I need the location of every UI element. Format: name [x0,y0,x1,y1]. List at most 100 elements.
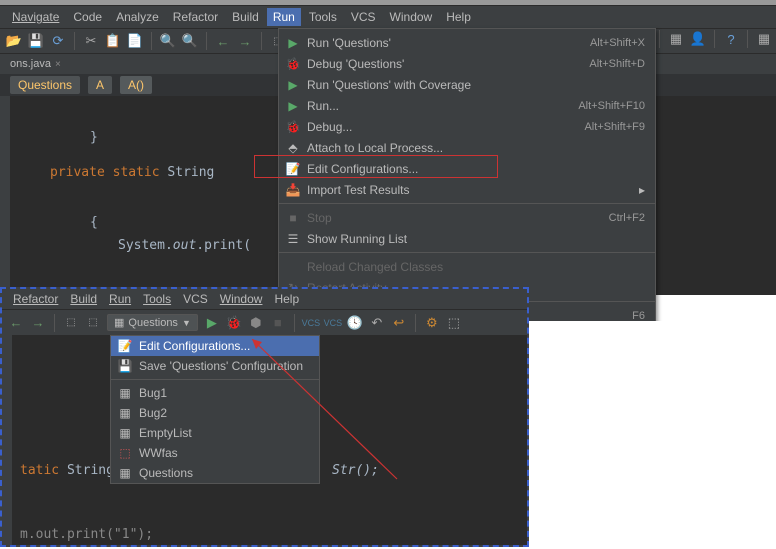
sec-menu-run[interactable]: Run [104,291,136,307]
toolbar-separator [714,30,715,48]
code-line: m.out.print("1"); [20,527,153,542]
show-running-list-item[interactable]: ☰ Show Running List [279,228,655,249]
config-wwfas[interactable]: ⬚ WWfas [111,443,319,463]
replace-icon[interactable]: 🔍 [182,33,198,49]
bug-icon[interactable]: 🐞 [226,315,242,331]
menu-separator [279,203,655,204]
play-icon[interactable]: ▶ [204,315,220,331]
play-icon: ▶ [285,35,301,51]
menu-bar: Navigate Code Analyze Refactor Build Run… [0,6,776,28]
find-icon[interactable]: 🔍 [160,33,176,49]
run-config-dropdown: 📝 Edit Configurations... 💾 Save 'Questio… [110,335,320,484]
app-icon: ▦ [117,425,133,441]
stop-item: ■ Stop Ctrl+F2 [279,207,655,228]
save-icon[interactable]: 💾 [28,33,44,49]
crumb-class[interactable]: Questions [10,76,80,94]
menu-navigate[interactable]: Navigate [6,8,65,26]
menu-analyze[interactable]: Analyze [110,8,165,26]
run-config-selector[interactable]: ▦ Questions ▼ [107,314,198,331]
git-icon[interactable]: 🕓 [347,315,363,331]
toolbar-separator [415,314,416,332]
sec-menu-window[interactable]: Window [215,291,268,307]
edit-config-icon: 📝 [117,338,133,354]
submenu-arrow-icon: ▸ [639,183,645,197]
undo-icon[interactable]: ↩ [391,315,407,331]
menu-help[interactable]: Help [440,8,477,26]
sec-menu-build[interactable]: Build [65,291,102,307]
menu-vcs[interactable]: VCS [345,8,382,26]
sec-menu-tools[interactable]: Tools [138,291,176,307]
menu-code[interactable]: Code [67,8,108,26]
run-dots-item[interactable]: ▶ Run... Alt+Shift+F10 [279,95,655,116]
ide-window-main: Navigate Code Analyze Refactor Build Run… [0,0,776,295]
debug-dots-item[interactable]: 🐞 Debug... Alt+Shift+F9 [279,116,655,137]
file-tab-label: ons.java [10,58,51,70]
config-bug2[interactable]: ▦ Bug2 [111,403,319,423]
cut-icon[interactable]: ✂ [83,33,99,49]
crumb-method[interactable]: A() [120,76,152,94]
list-icon: ☰ [285,231,301,247]
sec-menu-help[interactable]: Help [269,291,304,307]
coverage-icon[interactable]: ⬢ [248,315,264,331]
debug-questions-item[interactable]: 🐞 Debug 'Questions' Alt+Shift+D [279,53,655,74]
toolbar-separator [206,32,207,50]
app-error-icon: ⬚ [117,445,133,461]
blank-icon [285,259,301,275]
config-bug1[interactable]: ▦ Bug1 [111,383,319,403]
stop-icon: ■ [285,210,301,226]
page-whitespace [529,321,776,549]
vcs-update-icon[interactable]: VCS [325,315,341,331]
menu-run[interactable]: Run [267,8,301,26]
side-gutter [0,96,10,156]
sync-icon[interactable]: ⟳ [50,33,66,49]
help-icon[interactable]: ? [723,31,739,47]
config-emptylist[interactable]: ▦ EmptyList [111,423,319,443]
config-icon[interactable]: ⬚ [85,315,101,331]
sec-toolbar: ← → ⬚ ⬚ ▦ Questions ▼ ▶ 🐞 ⬢ ■ VCS VCS 🕓 … [2,309,527,335]
save-icon: 💾 [117,358,133,374]
open-icon[interactable]: 📂 [6,33,22,49]
edit-configurations-item[interactable]: 📝 Edit Configurations... [111,336,319,356]
forward-icon[interactable]: → [237,33,253,49]
play-icon: ▶ [285,98,301,114]
run-config-label: Questions [128,317,178,329]
edit-configurations-item[interactable]: 📝 Edit Configurations... [279,158,655,179]
ant-icon[interactable]: 👤 [690,31,706,47]
sec-menu-refactor[interactable]: Refactor [8,291,63,307]
sec-menu-vcs[interactable]: VCS [178,291,213,307]
back-icon[interactable]: ← [215,33,231,49]
menu-refactor[interactable]: Refactor [167,8,224,26]
run-coverage-item[interactable]: ▶ Run 'Questions' with Coverage [279,74,655,95]
back-icon[interactable]: ← [8,315,24,331]
settings-icon[interactable]: ⚙ [424,315,440,331]
menu-window[interactable]: Window [384,8,439,26]
run-questions-item[interactable]: ▶ Run 'Questions' Alt+Shift+X [279,32,655,53]
app-icon: ▦ [117,405,133,421]
file-tab[interactable]: ons.java × [4,56,67,72]
config-questions[interactable]: ▦ Questions [111,463,319,483]
import-test-results-item[interactable]: 📥 Import Test Results ▸ [279,179,655,200]
toolbar-separator [294,314,295,332]
structure-icon[interactable]: ▦ [668,31,684,47]
more-icon[interactable]: ⬚ [446,315,462,331]
close-icon[interactable]: × [55,59,61,70]
attach-process-item[interactable]: ⬘ Attach to Local Process... [279,137,655,158]
menu-separator [279,252,655,253]
revert-icon[interactable]: ↶ [369,315,385,331]
block-icon[interactable]: ⬚ [63,315,79,331]
more-icon[interactable]: ▦ [756,31,772,47]
play-shield-icon: ▶ [285,77,301,93]
forward-icon[interactable]: → [30,315,46,331]
menu-tools[interactable]: Tools [303,8,343,26]
stop-icon: ■ [270,315,286,331]
save-configuration-item[interactable]: 💾 Save 'Questions' Configuration [111,356,319,376]
code-line: tatic String [20,463,114,478]
copy-icon[interactable]: 📋 [105,33,121,49]
crumb-class-a[interactable]: A [88,76,112,94]
menu-separator [111,379,319,380]
vcs-icon[interactable]: VCS [303,315,319,331]
menu-build[interactable]: Build [226,8,265,26]
paste-icon[interactable]: 📄 [127,33,143,49]
app-icon: ▦ [117,385,133,401]
chevron-down-icon: ▼ [182,318,191,328]
